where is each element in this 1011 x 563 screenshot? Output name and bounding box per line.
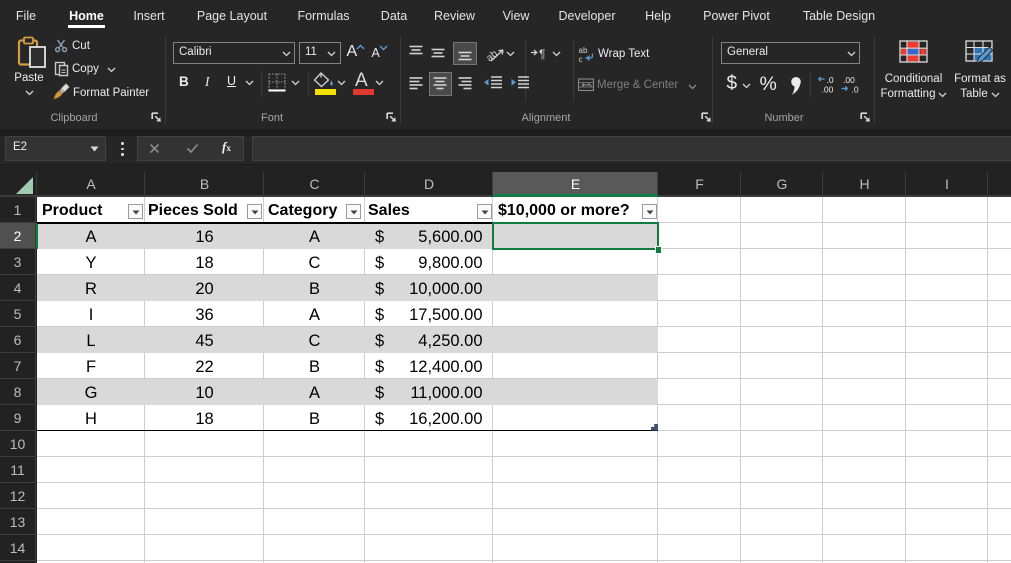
svg-text:ab: ab xyxy=(486,48,500,64)
svg-text:ab: ab xyxy=(579,46,588,55)
svg-text:¶: ¶ xyxy=(539,47,545,60)
svg-text:c: c xyxy=(579,55,583,63)
